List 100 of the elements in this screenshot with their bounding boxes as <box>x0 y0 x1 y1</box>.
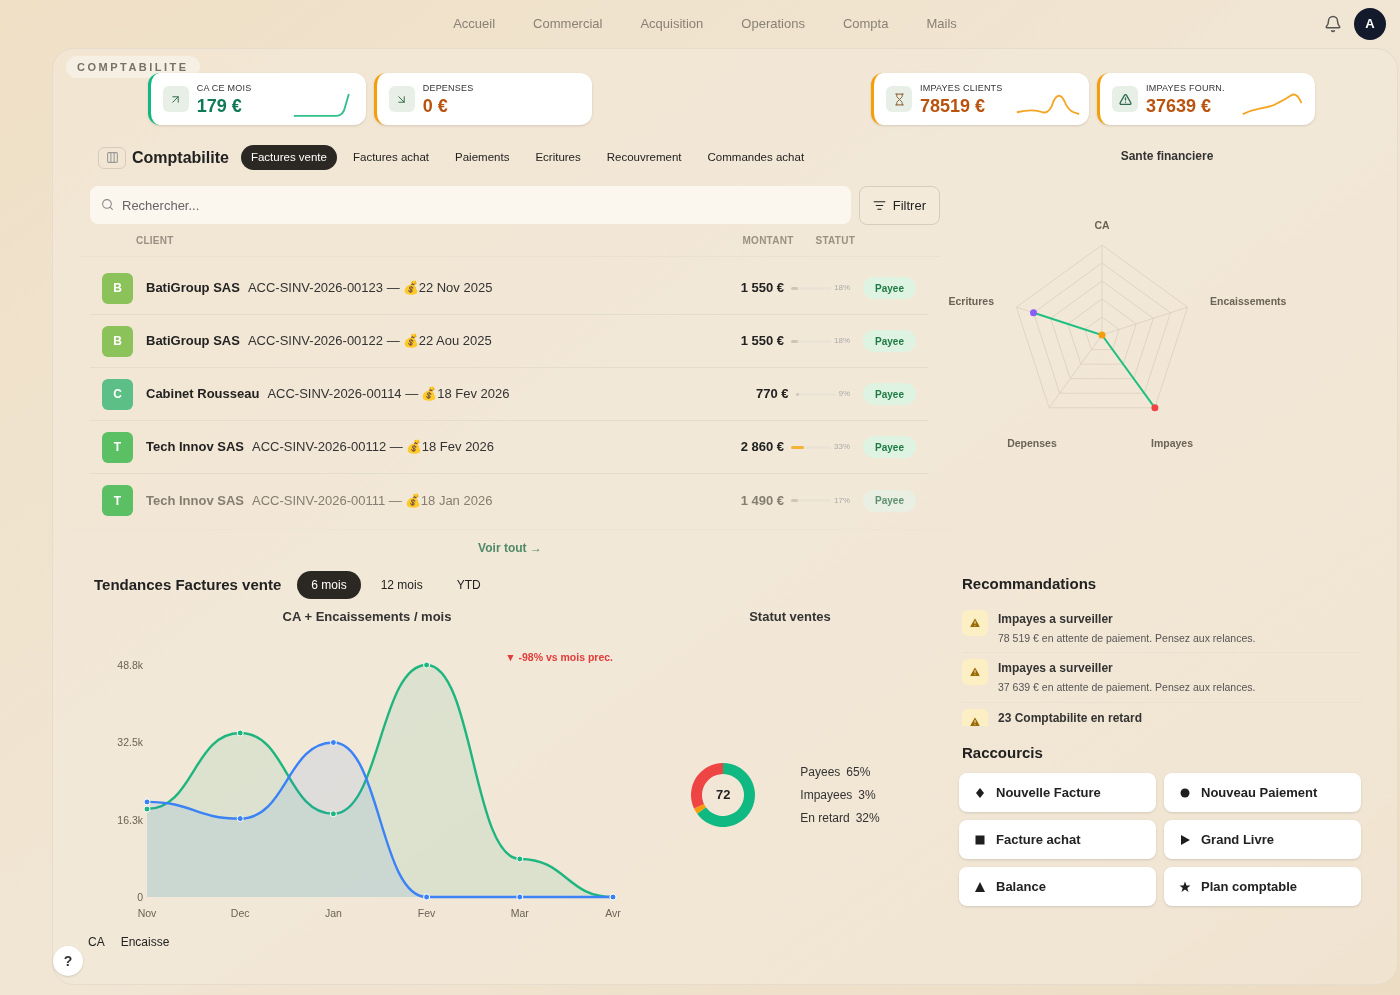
status-badge: Payee <box>863 383 916 405</box>
chart-title: CA + Encaissements / mois <box>281 608 453 626</box>
help-button[interactable]: ? <box>53 946 83 976</box>
circle-icon <box>1179 786 1191 799</box>
recommendation-text: 78 519 € en attente de paiement. Pensez aux relances. <box>998 630 1256 646</box>
search-field[interactable]: Rechercher... <box>90 186 851 224</box>
warning-icon <box>1112 86 1138 112</box>
kpi-label: IMPAYES CLIENTS <box>920 82 1004 96</box>
module-tab[interactable]: Ecritures <box>525 145 591 170</box>
recommendation-title: 23 Comptabilite en retard <box>998 710 1143 726</box>
status-badge: Payee <box>863 489 916 512</box>
client-name: BatiGroup SAS <box>146 279 240 298</box>
invoice-date: 💰18 Fev 2026 <box>421 385 510 404</box>
module-tab[interactable]: Recouvrement <box>596 145 692 170</box>
share-percent: 18% <box>834 335 851 347</box>
recommendation-text: 37 639 € en attente de paiement. Pensez aux relances. <box>998 680 1256 696</box>
status-badge: Payee <box>863 277 916 299</box>
data-point <box>423 893 431 900</box>
column-header: MONTANT <box>742 234 794 248</box>
y-tick-label: 48.8k <box>117 658 143 671</box>
shortcut-button[interactable]: Plan comptable <box>1164 867 1361 906</box>
status-badge: Payee <box>863 330 916 352</box>
radar-axis-label: Depenses <box>1007 437 1057 449</box>
notification-bell-icon[interactable] <box>1324 15 1342 33</box>
invoice-date: 💰18 Jan 2026 <box>404 491 493 510</box>
shortcut-button[interactable]: Nouvelle Facture <box>959 773 1156 812</box>
square-icon <box>974 833 986 846</box>
data-point <box>516 893 524 900</box>
section-label: COMPTABILITE <box>66 56 200 78</box>
data-point <box>516 854 524 862</box>
data-point <box>423 661 431 668</box>
invoice-row[interactable]: B BatiGroup SAS ACC-SINV-2026-00123 — 💰22 Nov 2025 1 550 € 18% Payee <box>90 262 928 315</box>
arrow-down-right-icon <box>388 86 415 112</box>
client-avatar: T <box>102 485 133 516</box>
module-tab[interactable]: Commandes achat <box>697 145 815 170</box>
donut-legend-label: En retard <box>800 809 850 827</box>
diamond-icon <box>974 786 986 799</box>
data-point <box>329 809 337 817</box>
kpi-label: DEPENSES <box>422 82 475 96</box>
trends-title: Tendances Factures vente <box>94 574 282 595</box>
invoice-date: 💰18 Fev 2026 <box>405 438 495 457</box>
invoice-reference: ACC-SINV-2026-00112 — <box>252 438 403 457</box>
period-tab[interactable]: 6 mois <box>297 571 361 599</box>
invoice-reference: ACC-SINV-2026-00123 — <box>247 279 400 298</box>
shortcut-button[interactable]: Nouveau Paiement <box>1164 773 1361 812</box>
kpi-label: IMPAYES FOURN. <box>1146 82 1226 96</box>
legend-label: CA <box>88 933 105 951</box>
invoice-reference: ACC-SINV-2026-00111 — <box>252 491 402 510</box>
invoice-amount: 770 € <box>755 385 789 404</box>
invoice-reference: ACC-SINV-2026-00122 — <box>247 332 400 351</box>
hourglass-icon <box>886 86 912 112</box>
period-tab[interactable]: YTD <box>442 571 495 599</box>
x-tick-label: Nov <box>137 906 157 919</box>
donut-legend-value: 32% <box>855 809 880 827</box>
kpi-label: CA CE MOIS <box>196 82 253 96</box>
client-avatar: B <box>102 272 133 304</box>
y-tick-label: 0 <box>137 890 143 903</box>
client-avatar: C <box>102 378 133 410</box>
shortcuts-title: Raccourcis <box>962 742 1044 763</box>
warning-icon <box>962 609 988 636</box>
star-icon <box>1179 880 1191 893</box>
donut-legend-value: 65% <box>846 763 871 781</box>
column-header: CLIENT <box>136 234 175 248</box>
invoice-row[interactable]: B BatiGroup SAS ACC-SINV-2026-00122 — 💰22 Aou 2025 1 550 € 18% Payee <box>90 315 928 368</box>
module-tab[interactable]: Factures achat <box>342 145 440 170</box>
triangle-icon <box>974 880 986 893</box>
radar-axis-label: Ecritures <box>948 295 994 307</box>
donut-legend-label: Impayees <box>800 786 853 804</box>
period-tab[interactable]: 12 mois <box>366 571 437 599</box>
client-avatar: T <box>102 431 133 463</box>
share-percent: 18% <box>834 282 851 294</box>
kpi-value: 0 € <box>422 95 449 116</box>
donut-legend-label: Payees <box>800 763 841 781</box>
y-tick-label: 16.3k <box>117 813 143 825</box>
search-icon <box>101 198 114 211</box>
share-percent: 17% <box>834 494 851 507</box>
filter-button[interactable]: Filtrer <box>858 186 940 225</box>
play-icon <box>1179 833 1191 846</box>
shortcut-button[interactable]: Grand Livre <box>1164 820 1361 859</box>
shortcut-button[interactable]: Balance <box>959 867 1156 906</box>
data-point <box>329 738 337 746</box>
user-avatar[interactable]: A <box>1354 8 1386 40</box>
x-tick-label: Mar <box>510 906 529 919</box>
recommendations-title: Recommandations <box>962 574 1098 594</box>
x-tick-label: Jan <box>324 906 342 919</box>
arrow-up-right-icon <box>162 86 189 112</box>
board-icon <box>98 146 126 169</box>
status-badge: Payee <box>863 436 916 458</box>
module-tab[interactable]: Factures vente <box>240 145 337 170</box>
module-tab[interactable]: Paiements <box>445 145 520 170</box>
filter-icon <box>872 199 886 212</box>
column-header: STATUT <box>815 234 855 248</box>
radar-axis-label: Impayes <box>1151 437 1193 449</box>
invoice-amount: 1 550 € <box>740 332 785 351</box>
module-title: Comptabilite <box>132 147 229 168</box>
health-title: Sante financiere <box>1119 148 1215 165</box>
shortcut-button[interactable]: Facture achat <box>959 820 1156 859</box>
data-point <box>236 729 244 736</box>
donut-center-value: 72 <box>716 786 731 803</box>
invoice-row[interactable]: T Tech Innov SAS ACC-SINV-2026-00111 — 💰18 Jan 2026 1 490 € 17% Payee <box>90 474 928 527</box>
